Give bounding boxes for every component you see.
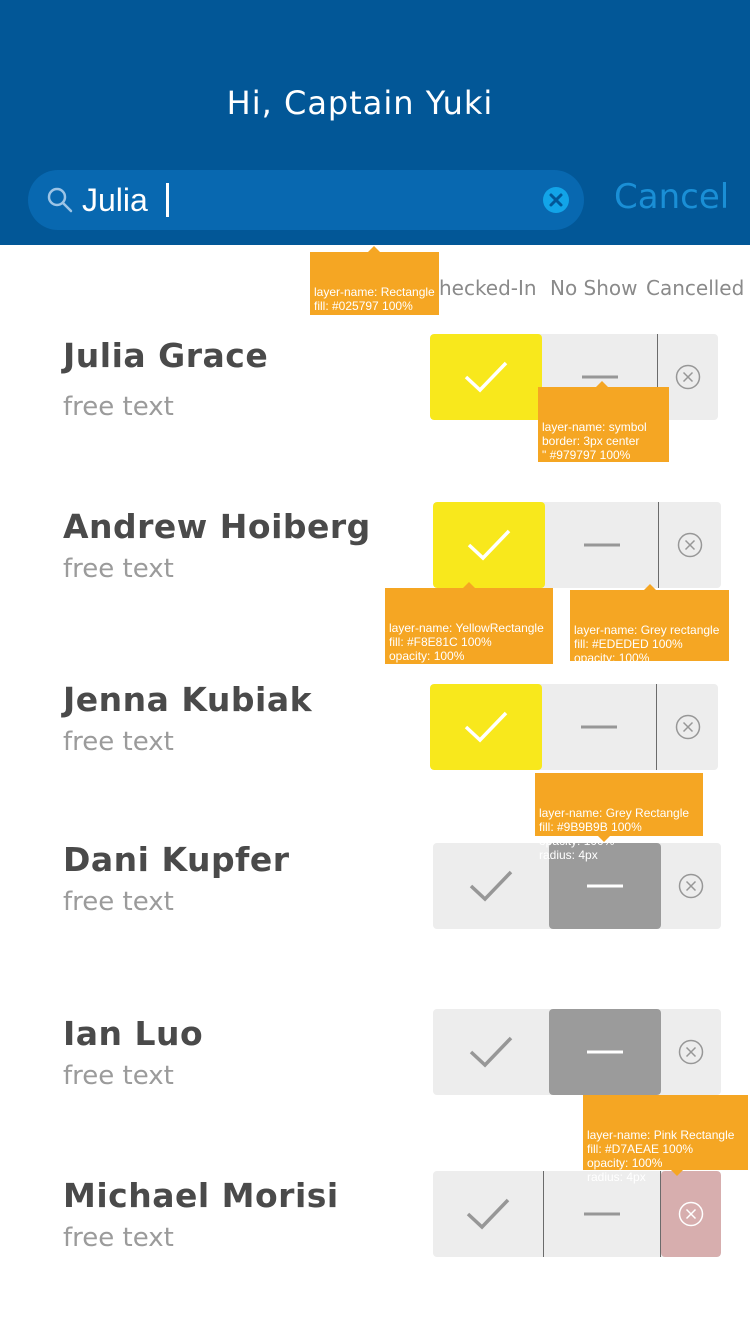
dash-icon [581,725,617,729]
annotation-text: layer-name: YellowRectangle fill: #F8E81… [389,621,544,677]
status-selector [430,684,718,770]
annotation-yellow-rectangle: layer-name: YellowRectangle fill: #F8E81… [385,582,553,677]
column-no-show: No Show [550,276,638,300]
annotation-grey-rectangle-dark: layer-name: Grey Rectangle fill: #9B9B9B… [535,773,703,862]
passenger-note: free text [63,887,174,917]
passenger-note: free text [63,1223,174,1253]
passenger-name: Dani Kupfer [63,840,290,879]
greeting-title: Hi, Captain Yuki [226,84,494,122]
cancel-circle-icon [678,1039,704,1065]
annotation-text: layer-name: Grey rectangle fill: #EDEDED… [574,623,720,679]
no-show-button[interactable] [549,1009,661,1095]
dash-icon [583,543,620,547]
annotation-pointer [671,1170,683,1176]
annotation-grey-rectangle-light: layer-name: Grey rectangle fill: #EDEDED… [570,584,729,679]
annotation-pink-rectangle: layer-name: Pink Rectangle fill: #D7AEAE… [583,1095,748,1184]
passenger-name: Ian Luo [63,1014,204,1053]
passenger-note: free text [63,1061,174,1091]
text-caret [166,183,169,217]
dash-icon [584,1212,620,1216]
column-checked-in: Checked-In [425,276,537,300]
cancelled-button[interactable] [659,502,721,588]
checked-in-button[interactable] [433,1171,543,1257]
checked-in-button[interactable] [433,502,545,588]
checkmark-icon [467,529,511,561]
annotation-text: layer-name: symbol border: 3px center " … [542,420,647,476]
passenger-note: free text [63,392,174,422]
checkmark-icon [464,361,508,393]
cancelled-button[interactable] [661,1171,721,1257]
passenger-name: Michael Morisi [63,1176,339,1215]
cancel-button[interactable]: Cancel [614,174,729,220]
search-input[interactable]: Julia [82,170,148,230]
cancel-circle-icon [677,532,703,558]
cancel-circle-icon [675,364,701,390]
checked-in-button[interactable] [433,1009,549,1095]
dash-icon [587,1050,623,1054]
column-cancelled: Cancelled [646,276,745,300]
cancelled-button[interactable] [657,684,718,770]
passenger-name: Andrew Hoiberg [63,507,371,546]
checkmark-icon [469,870,513,902]
checked-in-button[interactable] [433,843,549,929]
search-field[interactable]: Julia [28,170,584,230]
checkmark-icon [466,1198,510,1230]
annotation-pointer [596,381,608,387]
cancel-circle-icon [678,873,704,899]
annotation-rectangle: layer-name: Rectangle fill: #025797 100%… [310,246,439,341]
passenger-name: Julia Grace [63,336,269,375]
annotation-text: layer-name: Rectangle fill: #025797 100%… [314,285,435,341]
dash-icon [587,884,623,888]
cancel-circle-icon [678,1201,704,1227]
annotation-pointer [463,582,475,588]
search-icon [47,187,73,213]
checkmark-icon [464,711,508,743]
no-show-button[interactable] [542,684,656,770]
status-selector [433,1009,721,1095]
annotation-pointer [644,584,656,590]
annotation-symbol: layer-name: symbol border: 3px center " … [538,381,669,476]
annotation-pointer [368,246,380,252]
cancelled-button[interactable] [661,843,721,929]
passenger-note: free text [63,727,174,757]
cancel-circle-icon [675,714,700,740]
checked-in-button[interactable] [430,334,542,420]
clear-icon[interactable] [542,186,570,214]
passenger-note: free text [63,554,174,584]
no-show-button[interactable] [545,502,658,588]
cancelled-button[interactable] [661,1009,721,1095]
dash-icon [581,375,618,379]
checked-in-button[interactable] [430,684,542,770]
checkmark-icon [469,1036,513,1068]
annotation-pointer [598,836,610,842]
status-selector [433,1171,721,1257]
header-bar: Hi, Captain Yuki Julia Cancel [0,0,750,245]
status-selector [433,502,721,588]
passenger-name: Jenna Kubiak [63,680,313,719]
